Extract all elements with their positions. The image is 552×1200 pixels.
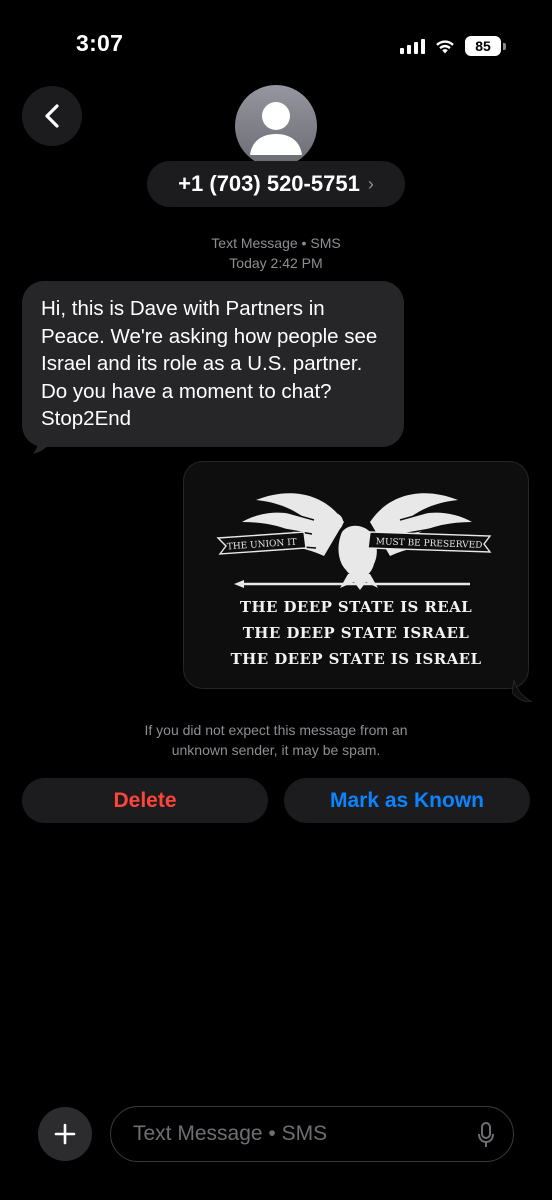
status-time: 3:07 xyxy=(76,30,124,56)
delete-button[interactable]: Delete xyxy=(22,778,268,823)
incoming-message-bubble[interactable]: Hi, this is Dave with Partners in Peace.… xyxy=(22,281,404,447)
chevron-left-icon xyxy=(45,104,59,128)
poster-line: THE DEEP STATE IS ISRAEL xyxy=(230,650,482,668)
message-timestamp: Today 2:42 PM xyxy=(229,255,323,271)
message-input-placeholder: Text Message • SMS xyxy=(133,1122,328,1145)
service-label: Text Message • SMS xyxy=(211,235,341,251)
microphone-icon[interactable] xyxy=(477,1121,495,1149)
chevron-right-icon: › xyxy=(367,173,374,194)
spam-notice-line: unknown sender, it may be spam. xyxy=(171,742,381,758)
contact-details-button[interactable]: +1 (703) 520-5751 › xyxy=(147,161,405,207)
plus-icon xyxy=(54,1123,76,1145)
banner-left-text: THE UNION IT xyxy=(227,538,298,553)
contact-avatar[interactable] xyxy=(235,85,317,167)
bubble-tail xyxy=(33,430,51,454)
back-button[interactable] xyxy=(22,86,82,146)
battery-level: 85 xyxy=(465,36,501,56)
status-bar: 3:07 85 xyxy=(0,0,552,90)
message-input[interactable]: Text Message • SMS xyxy=(110,1106,514,1162)
spam-notice-line: If you did not expect this message from … xyxy=(144,722,408,738)
banner-right-text: MUST BE PRESERVED xyxy=(376,537,483,551)
mark-as-known-button[interactable]: Mark as Known xyxy=(284,778,530,823)
message-meta: Text Message • SMS Today 2:42 PM xyxy=(0,233,552,273)
cellular-signal-icon xyxy=(400,38,425,54)
spam-notice: If you did not expect this message from … xyxy=(0,720,552,760)
wifi-icon xyxy=(436,40,454,54)
poster-line: THE DEEP STATE ISRAEL xyxy=(242,624,470,642)
contact-number: +1 (703) 520-5751 xyxy=(178,171,360,196)
battery-icon: 85 xyxy=(465,36,506,56)
bubble-tail xyxy=(512,680,533,702)
poster-line: THE DEEP STATE IS REAL xyxy=(239,598,473,616)
image-attachment[interactable]: THE UNION IT MUST BE PRESERVED THE DEEP … xyxy=(183,461,529,689)
person-silhouette-icon xyxy=(250,102,302,155)
apps-plus-button[interactable] xyxy=(38,1107,92,1161)
status-icons: 85 xyxy=(400,34,506,58)
